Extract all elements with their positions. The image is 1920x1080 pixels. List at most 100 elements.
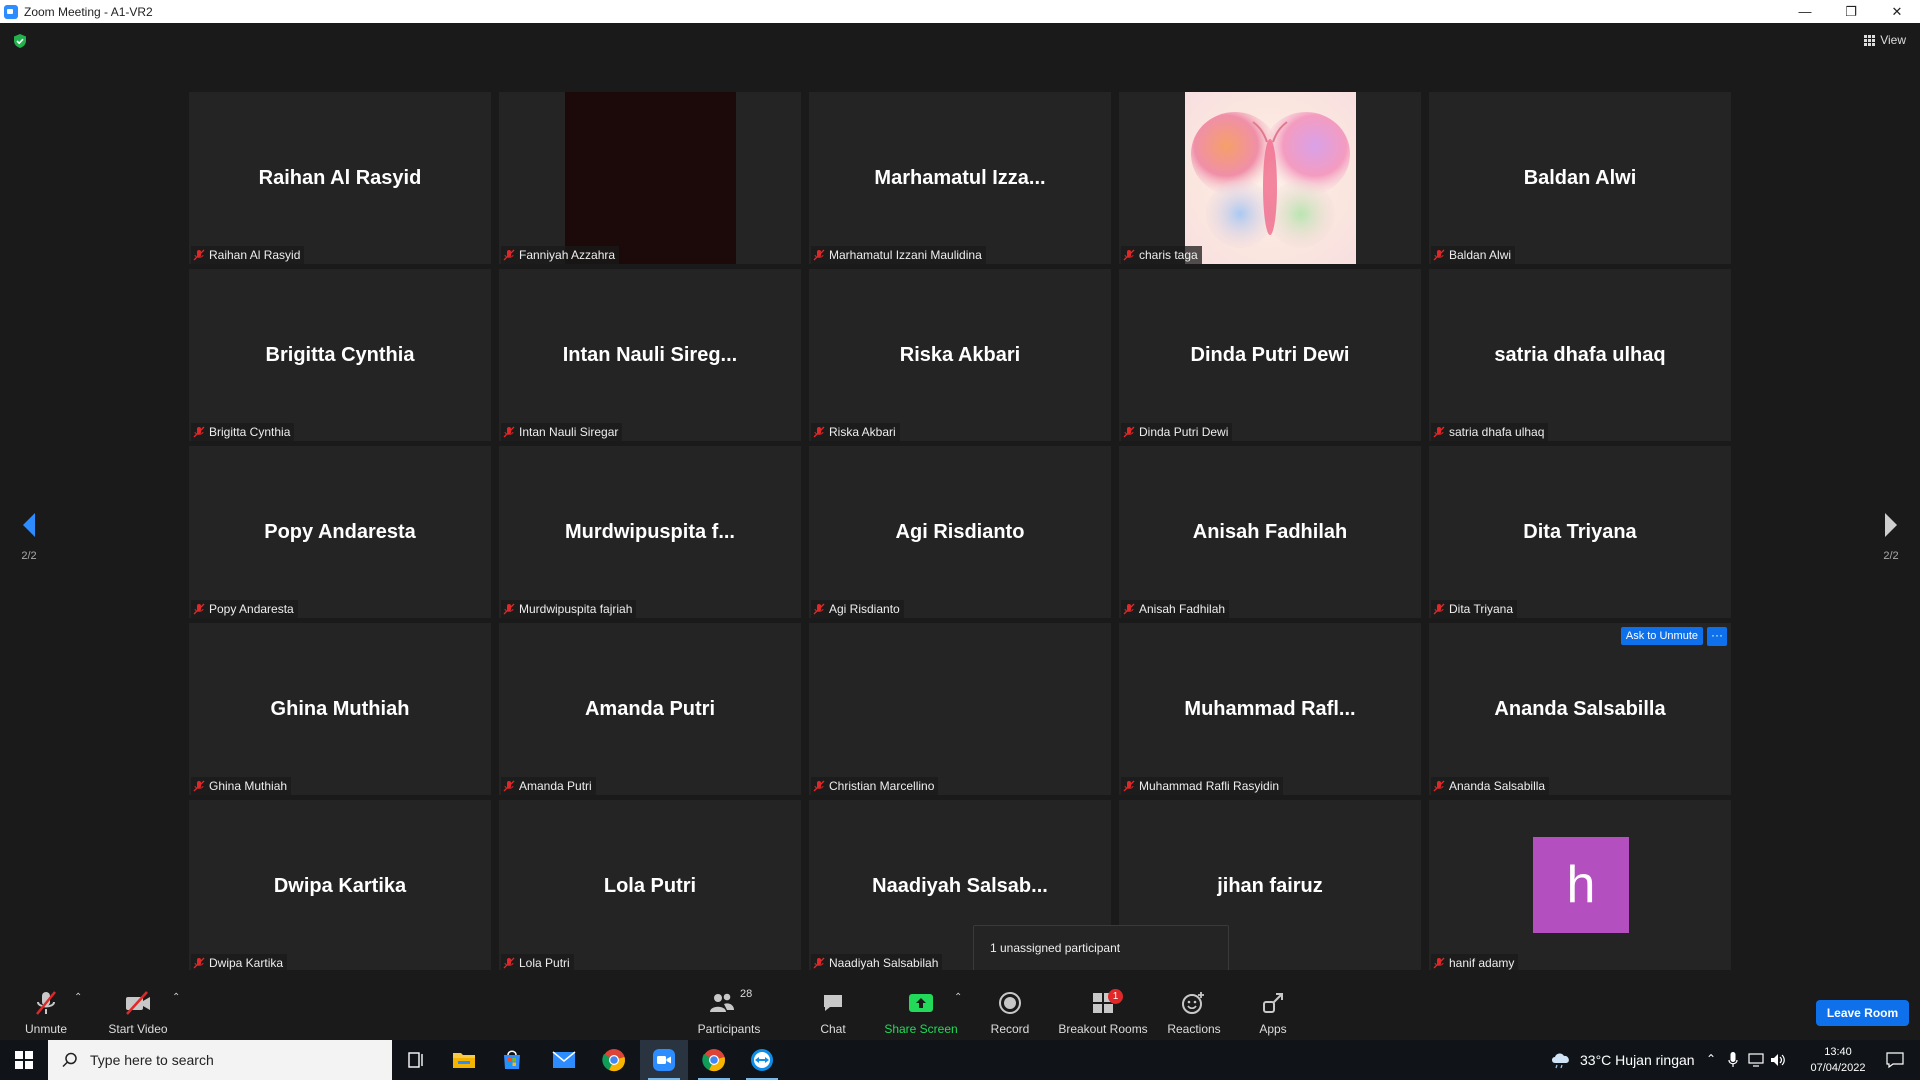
participant-name: Dita Triyana (1449, 602, 1514, 616)
participant-name: Amanda Putri (519, 779, 592, 793)
participant-tile[interactable]: h hanif adamy (1429, 800, 1731, 972)
network-icon[interactable] (1748, 1052, 1764, 1068)
video-options-caret-icon[interactable]: ⌃ (172, 992, 180, 1003)
participant-tile[interactable]: Dwipa Kartika Dwipa Kartika (189, 800, 491, 972)
record-button[interactable]: Record (990, 970, 1030, 1040)
volume-icon[interactable] (1770, 1052, 1786, 1068)
muted-mic-icon (193, 780, 205, 792)
reactions-icon (1182, 992, 1204, 1014)
next-page-button[interactable]: 2/2 (1871, 511, 1911, 562)
page-indicator-left: 2/2 (21, 550, 37, 562)
participant-display-name: Lola Putri (603, 874, 697, 897)
participant-name: Fanniyah Azzahra (519, 248, 616, 262)
unmute-label: Unmute (24, 1022, 68, 1036)
muted-mic-icon (503, 426, 515, 438)
taskbar-chrome-profile[interactable] (690, 1040, 738, 1080)
taskbar-mail[interactable] (540, 1040, 588, 1080)
participant-tile[interactable]: Riska Akbari Riska Akbari (809, 269, 1111, 441)
participant-tile[interactable]: Marhamatul Izza... Marhamatul Izzani Maul… (809, 92, 1111, 264)
show-hidden-icons-icon[interactable]: ⌃ (1706, 1052, 1716, 1066)
participant-tile[interactable]: Brigitta Cynthia Brigitta Cynthia (189, 269, 491, 441)
participant-tile[interactable]: Agi Risdianto Agi Risdianto (809, 446, 1111, 618)
share-options-caret-icon[interactable]: ⌃ (954, 992, 962, 1003)
title-bar: Zoom Meeting - A1-VR2 — ❐ ✕ (0, 0, 1920, 23)
shield-icon[interactable] (12, 33, 28, 49)
participant-display-name: Raihan Al Rasyid (258, 166, 422, 189)
record-label: Record (990, 1022, 1030, 1036)
participant-name: Dinda Putri Dewi (1139, 425, 1229, 439)
muted-mic-icon (1433, 780, 1445, 792)
participant-tile[interactable]: Dita Triyana Dita Triyana (1429, 446, 1731, 618)
participant-tile[interactable]: Popy Andaresta Popy Andaresta (189, 446, 491, 618)
notifications-icon[interactable] (1886, 1052, 1904, 1068)
taskbar-search[interactable]: Type here to search (48, 1040, 392, 1080)
participant-name-label: Marhamatul Izzani Maulidina (811, 246, 986, 264)
participant-tile[interactable]: Ananda Salsabilla Ananda Salsabilla Ask to… (1429, 623, 1731, 795)
muted-mic-icon (193, 603, 205, 615)
previous-page-button[interactable]: 2/2 (9, 511, 49, 562)
microphone-icon[interactable] (1728, 1052, 1738, 1068)
participant-tile[interactable]: Raihan Al Rasyid Raihan Al Rasyid (189, 92, 491, 264)
participant-tile[interactable]: Intan Nauli Sireg... Intan Nauli Siregar (499, 269, 801, 441)
participant-display-name: Intan Nauli Sireg... (562, 343, 738, 366)
reactions-button[interactable]: Reactions (1166, 970, 1222, 1040)
arrow-right-icon (1885, 513, 1897, 537)
participant-name-label: Christian Marcellino (811, 777, 939, 795)
cloud-rain-icon (1552, 1053, 1569, 1069)
participant-tile[interactable]: Baldan Alwi Baldan Alwi (1429, 92, 1731, 264)
participant-tile[interactable]: Murdwipuspita f... Murdwipuspita fajriah (499, 446, 801, 618)
more-options-button[interactable]: ··· (1707, 627, 1727, 646)
weather-widget[interactable]: 33°C Hujan ringan (1550, 1040, 1695, 1080)
unmute-button[interactable]: Unmute (20, 970, 72, 1040)
breakout-rooms-badge: 1 (1108, 989, 1123, 1004)
zoom-app-icon (4, 4, 18, 19)
muted-mic-icon (193, 426, 205, 438)
muted-mic-icon (1123, 426, 1135, 438)
participant-tile[interactable]: Ghina Muthiah Ghina Muthiah (189, 623, 491, 795)
task-view-button[interactable] (392, 1040, 440, 1080)
participant-tile[interactable]: Amanda Putri Amanda Putri (499, 623, 801, 795)
audio-options-caret-icon[interactable]: ⌃ (74, 992, 82, 1003)
muted-mic-icon (1123, 780, 1135, 792)
participant-tile[interactable]: satria dhafa ulhaq satria dhafa ulhaq (1429, 269, 1731, 441)
video-off-icon (126, 991, 150, 1015)
participant-tile[interactable]: Muhammad Rafl... Muhammad Rafli Rasyidin (1119, 623, 1421, 795)
start-video-button[interactable]: Start Video (106, 970, 170, 1040)
participant-tile[interactable]: Fanniyah Azzahra (499, 92, 801, 264)
breakout-rooms-button[interactable]: 1 Breakout Rooms (1058, 970, 1148, 1040)
taskbar-file-explorer[interactable] (440, 1040, 488, 1080)
participant-display-name: Brigitta Cynthia (265, 343, 415, 366)
chrome-icon (602, 1049, 625, 1072)
restore-button[interactable]: ❐ (1828, 0, 1874, 23)
share-screen-button[interactable]: Share Screen (884, 970, 958, 1040)
participant-avatar: h (1533, 837, 1629, 933)
reactions-label: Reactions (1167, 1022, 1221, 1036)
participant-tile[interactable]: Lola Putri Lola Putri (499, 800, 801, 972)
taskbar-microsoft-store[interactable] (488, 1040, 536, 1080)
chat-button[interactable]: Chat (818, 970, 848, 1040)
taskbar-clock[interactable]: 13:40 07/04/2022 (1802, 1044, 1874, 1076)
share-screen-icon (909, 994, 933, 1012)
minimize-button[interactable]: — (1782, 0, 1828, 23)
muted-mic-icon (1433, 426, 1445, 438)
participant-tile[interactable]: Christian Marcellino (809, 623, 1111, 795)
participant-name-label: Muhammad Rafli Rasyidin (1121, 777, 1284, 795)
participant-tile[interactable]: charis taga (1119, 92, 1421, 264)
gallery-grid: Raihan Al Rasyid Raihan Al Rasyid Fanniyah… (189, 92, 1731, 972)
participant-name-label: charis taga (1121, 246, 1202, 264)
ask-to-unmute-button[interactable]: Ask to Unmute (1620, 627, 1703, 645)
chrome-profile-icon (702, 1049, 725, 1072)
leave-room-button[interactable]: Leave Room (1816, 1000, 1909, 1026)
taskbar-teamviewer[interactable] (738, 1040, 786, 1080)
apps-button[interactable]: Apps (1258, 970, 1288, 1040)
participant-name: Agi Risdianto (829, 602, 900, 616)
participant-display-name: Marhamatul Izza... (874, 166, 1046, 189)
view-button[interactable]: View (1864, 33, 1906, 47)
participant-tile[interactable]: Dinda Putri Dewi Dinda Putri Dewi (1119, 269, 1421, 441)
taskbar-zoom[interactable] (640, 1040, 688, 1080)
participant-tile[interactable]: Anisah Fadhilah Anisah Fadhilah (1119, 446, 1421, 618)
taskbar-chrome[interactable] (590, 1040, 638, 1080)
close-button[interactable]: ✕ (1874, 0, 1920, 23)
participants-button[interactable]: 28 Participants (694, 970, 764, 1040)
start-button[interactable] (0, 1040, 48, 1080)
